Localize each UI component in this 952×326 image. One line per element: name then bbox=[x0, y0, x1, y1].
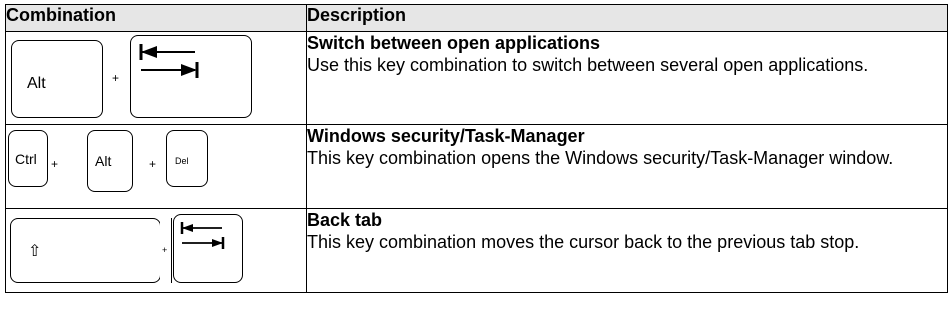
shift-key: ⇧ bbox=[10, 218, 161, 283]
tab-key bbox=[173, 214, 243, 283]
table-row: ⇧ + Back tab This key combination moves … bbox=[5, 208, 948, 293]
header-row: Combination Description bbox=[5, 4, 948, 32]
key-label: Del bbox=[175, 156, 189, 166]
description-cell: Switch between open applications Use thi… bbox=[306, 31, 948, 125]
tab-key bbox=[130, 35, 252, 118]
row-text: This key combination opens the Windows s… bbox=[307, 148, 894, 168]
combination-cell: Alt + bbox=[5, 31, 307, 125]
tab-key-icon bbox=[139, 44, 199, 78]
combination-cell: ⇧ + bbox=[5, 208, 307, 293]
row-title: Back tab bbox=[307, 210, 383, 230]
plus-label: + bbox=[162, 245, 168, 255]
plus-label: + bbox=[149, 157, 157, 171]
del-key: Del bbox=[166, 130, 208, 187]
combination-cell: Ctrl + Alt + Del bbox=[5, 124, 307, 209]
row-text: Use this key combination to switch betwe… bbox=[307, 55, 869, 75]
plus-label: + bbox=[51, 157, 59, 171]
key-label: Alt bbox=[95, 153, 112, 169]
table-row: Ctrl + Alt + Del Windows security/Task-M… bbox=[5, 124, 948, 209]
shift-arrow-icon: ⇧ bbox=[28, 243, 42, 260]
plus-label: + bbox=[112, 71, 120, 85]
key-label: Alt bbox=[27, 75, 46, 92]
key-combination-table: Combination Description Alt + Switch bet… bbox=[5, 4, 948, 293]
tab-key-icon bbox=[180, 222, 225, 249]
row-title: Switch between open applications bbox=[307, 33, 601, 53]
key-label: Ctrl bbox=[15, 151, 37, 167]
row-title: Windows security/Task-Manager bbox=[307, 126, 585, 146]
plus-sign: + bbox=[105, 66, 127, 118]
alt-key: Alt bbox=[11, 40, 103, 118]
row-text: This key combination moves the cursor ba… bbox=[307, 232, 860, 252]
header-description: Description bbox=[306, 4, 948, 32]
table-row: Alt + Switch between open applications U… bbox=[5, 31, 948, 125]
description-cell: Windows security/Task-Manager This key c… bbox=[306, 124, 948, 209]
description-cell: Back tab This key combination moves the … bbox=[306, 208, 948, 293]
header-combination: Combination bbox=[5, 4, 307, 32]
alt-key: Alt bbox=[87, 130, 133, 192]
ctrl-key: Ctrl bbox=[8, 130, 48, 187]
